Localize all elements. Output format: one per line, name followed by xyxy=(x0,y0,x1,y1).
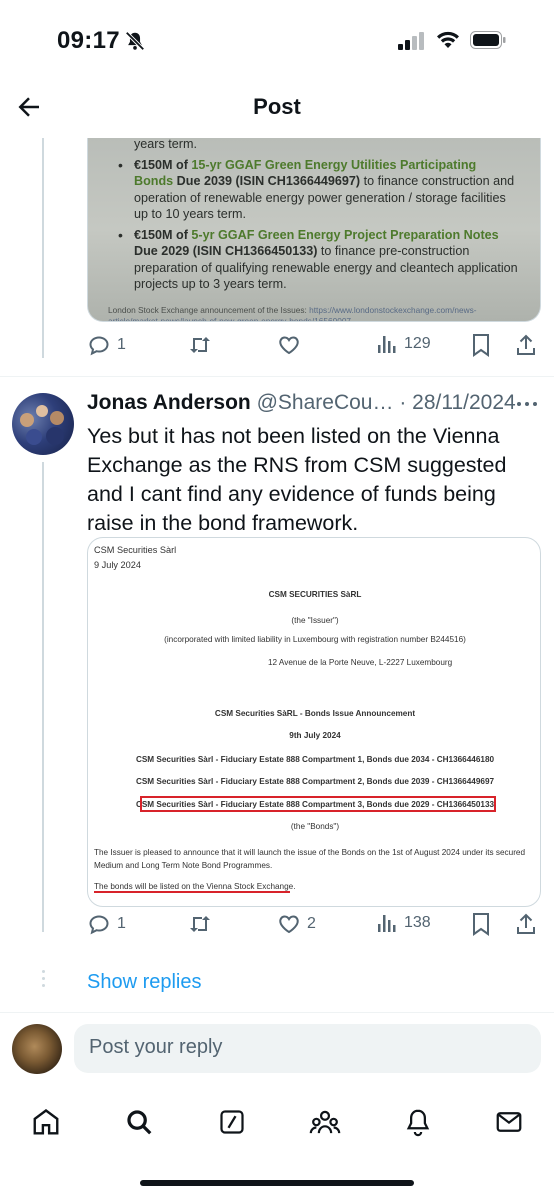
divider xyxy=(0,376,554,377)
status-bar: 09:17 xyxy=(0,0,554,82)
nav-notifications[interactable] xyxy=(398,1102,438,1142)
image-bullet: €150M of 5-yr GGAF Green Energy Project … xyxy=(108,227,518,293)
reply-input[interactable]: Post your reply xyxy=(74,1024,541,1073)
reply-count: 1 xyxy=(117,915,126,932)
doc-bond-1: CSM Securities Sàrl - Fiduciary Estate 8… xyxy=(135,755,495,764)
repost-button[interactable] xyxy=(187,333,213,357)
page-title: Post xyxy=(253,94,301,119)
like-button[interactable]: 2 xyxy=(277,912,316,936)
show-replies-link[interactable]: Show replies xyxy=(87,971,202,994)
doc-address: 12 Avenue de la Porte Neuve, L-2227 Luxe… xyxy=(268,658,453,667)
reply-button[interactable]: 1 xyxy=(87,333,126,357)
reply-icon xyxy=(89,915,109,935)
views-button[interactable]: 138 xyxy=(376,912,431,934)
reply-button[interactable]: 1 xyxy=(87,912,126,936)
author-handle[interactable]: @ShareCou… xyxy=(257,391,394,414)
nav-communities[interactable] xyxy=(305,1102,345,1142)
doc-title: CSM SECURITIES SàRL xyxy=(268,590,362,599)
highlight-box xyxy=(140,796,496,812)
divider xyxy=(0,1012,554,1013)
analytics-icon xyxy=(378,915,396,932)
highlight-underline xyxy=(94,891,290,893)
post-image[interactable]: years term. €150M of 15-yr GGAF Green En… xyxy=(87,138,541,322)
wifi-icon xyxy=(437,31,459,48)
battery-icon xyxy=(470,31,506,49)
doc-issuer-tag: (the "Issuer") xyxy=(291,616,339,625)
image-document: years term. €150M of 15-yr GGAF Green En… xyxy=(108,138,518,322)
search-icon xyxy=(127,1110,152,1135)
image-source: London Stock Exchange announcement of th… xyxy=(108,304,477,322)
doc-paragraph: The Issuer is pleased to announce that i… xyxy=(94,848,526,870)
signal-icon xyxy=(398,32,424,50)
more-options-icon[interactable] xyxy=(515,400,539,408)
doc-announcement-title: CSM Securities SàRL - Bonds Issue Announ… xyxy=(214,709,416,718)
nav-search[interactable] xyxy=(119,1102,159,1142)
repost-icon xyxy=(190,916,210,932)
bell-slash-icon xyxy=(125,31,145,51)
separator: · xyxy=(393,391,413,414)
compose-slash-icon xyxy=(220,1110,244,1134)
nav-messages[interactable] xyxy=(489,1102,529,1142)
doc-bond-2: CSM Securities Sàrl - Fiduciary Estate 8… xyxy=(135,777,495,786)
user-avatar[interactable] xyxy=(12,1024,62,1074)
bookmark-icon xyxy=(473,913,489,936)
avatar[interactable] xyxy=(12,393,74,455)
bookmark-icon xyxy=(473,334,489,357)
image-text-line: years term. xyxy=(134,138,197,151)
share-icon xyxy=(517,913,535,934)
nav-grok[interactable] xyxy=(212,1102,252,1142)
bookmark-button[interactable] xyxy=(471,912,491,936)
repost-button[interactable] xyxy=(187,912,213,936)
bottom-nav xyxy=(0,1090,554,1150)
post-author-line: Jonas Anderson @ShareCou… · 28/11/2024 xyxy=(87,391,516,415)
status-time: 09:17 xyxy=(57,27,120,54)
analytics-icon xyxy=(378,336,396,353)
post-date[interactable]: 28/11/2024 xyxy=(412,391,516,414)
share-button[interactable] xyxy=(515,912,537,936)
heart-icon xyxy=(279,915,299,934)
notifications-icon xyxy=(406,1109,430,1137)
share-icon xyxy=(517,334,535,355)
doc-company: CSM Securities Sàrl xyxy=(94,545,177,555)
post-actions: 1 129 xyxy=(87,333,541,363)
post-actions: 1 2 138 xyxy=(87,912,541,942)
thread-line xyxy=(42,138,44,358)
nav-home[interactable] xyxy=(26,1102,66,1142)
heart-icon xyxy=(279,336,299,355)
reply-icon xyxy=(89,336,109,356)
post-image[interactable]: CSM Securities Sàrl 9 July 2024 CSM SECU… xyxy=(87,537,541,907)
thread-line xyxy=(42,462,44,932)
reply-count: 1 xyxy=(117,336,126,353)
like-count: 2 xyxy=(307,915,316,932)
like-button[interactable] xyxy=(277,333,301,357)
image-bullet: €150M of 15-yr GGAF Green Energy Utiliti… xyxy=(108,157,518,223)
messages-icon xyxy=(496,1112,522,1132)
home-indicator xyxy=(140,1180,414,1186)
doc-date: 9 July 2024 xyxy=(94,560,141,570)
home-icon xyxy=(33,1109,59,1135)
post-text: Yes but it has not been listed on the Vi… xyxy=(87,424,507,535)
repost-icon xyxy=(190,337,210,353)
bookmark-button[interactable] xyxy=(471,333,491,357)
post-header: Post xyxy=(0,82,554,132)
thread-dots xyxy=(42,970,45,991)
views-button[interactable]: 129 xyxy=(376,333,431,355)
doc-announcement-date: 9th July 2024 xyxy=(289,731,341,740)
views-count: 138 xyxy=(404,914,431,931)
author-name[interactable]: Jonas Anderson xyxy=(87,391,251,414)
views-count: 129 xyxy=(404,335,431,352)
share-button[interactable] xyxy=(515,333,537,357)
doc-incorporated: (incorporated with limited liability in … xyxy=(164,635,466,644)
communities-icon xyxy=(309,1110,341,1134)
doc-bonds-tag: (the "Bonds") xyxy=(290,822,340,831)
